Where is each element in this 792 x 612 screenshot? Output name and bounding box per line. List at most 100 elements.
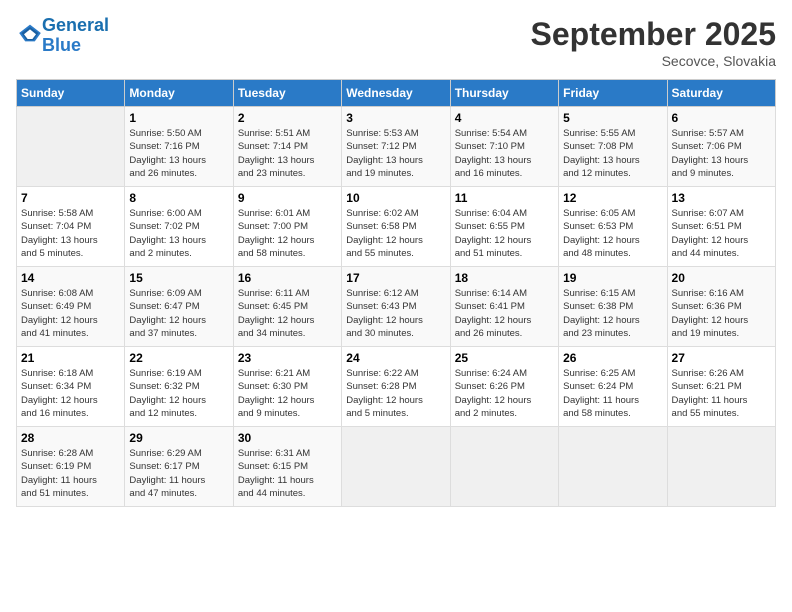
day-number: 18 <box>455 271 554 285</box>
day-info: Sunrise: 5:58 AMSunset: 7:04 PMDaylight:… <box>21 207 120 260</box>
calendar-cell: 8 Sunrise: 6:00 AMSunset: 7:02 PMDaylight… <box>125 187 233 267</box>
calendar-cell: 17 Sunrise: 6:12 AMSunset: 6:43 PMDayligh… <box>342 267 450 347</box>
weekday-header-sunday: Sunday <box>17 80 125 107</box>
day-number: 8 <box>129 191 228 205</box>
calendar-cell: 3Sunrise: 5:53 AMSunset: 7:12 PMDaylight… <box>342 107 450 187</box>
day-number: 28 <box>21 431 120 445</box>
day-number: 15 <box>129 271 228 285</box>
day-number: 19 <box>563 271 662 285</box>
calendar-cell: 11 Sunrise: 6:04 AMSunset: 6:55 PMDayligh… <box>450 187 558 267</box>
day-info: Sunrise: 6:05 AMSunset: 6:53 PMDaylight:… <box>563 207 662 260</box>
day-number: 17 <box>346 271 445 285</box>
calendar-cell: 24 Sunrise: 6:22 AMSunset: 6:28 PMDayligh… <box>342 347 450 427</box>
day-info: Sunrise: 5:57 AMSunset: 7:06 PMDaylight:… <box>672 127 771 180</box>
day-number: 20 <box>672 271 771 285</box>
calendar-cell: 23Sunrise: 6:21 AMSunset: 6:30 PMDayligh… <box>233 347 341 427</box>
calendar-cell: 10 Sunrise: 6:02 AMSunset: 6:58 PMDayligh… <box>342 187 450 267</box>
day-info: Sunrise: 6:19 AMSunset: 6:32 PMDaylight:… <box>129 367 228 420</box>
logo-line1: General <box>42 15 109 35</box>
calendar-cell: 4Sunrise: 5:54 AMSunset: 7:10 PMDaylight… <box>450 107 558 187</box>
calendar-cell: 5 Sunrise: 5:55 AMSunset: 7:08 PMDaylight… <box>559 107 667 187</box>
day-info: Sunrise: 6:12 AMSunset: 6:43 PMDaylight:… <box>346 287 445 340</box>
calendar-cell <box>17 107 125 187</box>
weekday-header-tuesday: Tuesday <box>233 80 341 107</box>
calendar-week-row: 21 Sunrise: 6:18 AMSunset: 6:34 PMDayligh… <box>17 347 776 427</box>
day-number: 29 <box>129 431 228 445</box>
day-number: 13 <box>672 191 771 205</box>
day-number: 6 <box>672 111 771 125</box>
logo-line2: Blue <box>42 35 81 55</box>
calendar-cell: 19Sunrise: 6:15 AMSunset: 6:38 PMDayligh… <box>559 267 667 347</box>
day-info: Sunrise: 6:16 AMSunset: 6:36 PMDaylight:… <box>672 287 771 340</box>
calendar-cell: 16Sunrise: 6:11 AMSunset: 6:45 PMDayligh… <box>233 267 341 347</box>
calendar-cell: 20 Sunrise: 6:16 AMSunset: 6:36 PMDayligh… <box>667 267 775 347</box>
calendar-cell: 18Sunrise: 6:14 AMSunset: 6:41 PMDayligh… <box>450 267 558 347</box>
day-info: Sunrise: 6:02 AMSunset: 6:58 PMDaylight:… <box>346 207 445 260</box>
day-number: 11 <box>455 191 554 205</box>
calendar-cell: 21 Sunrise: 6:18 AMSunset: 6:34 PMDayligh… <box>17 347 125 427</box>
day-number: 9 <box>238 191 337 205</box>
day-number: 4 <box>455 111 554 125</box>
weekday-header-row: SundayMondayTuesdayWednesdayThursdayFrid… <box>17 80 776 107</box>
day-number: 7 <box>21 191 120 205</box>
calendar-cell: 26 Sunrise: 6:25 AMSunset: 6:24 PMDayligh… <box>559 347 667 427</box>
day-number: 12 <box>563 191 662 205</box>
day-info: Sunrise: 6:01 AMSunset: 7:00 PMDaylight:… <box>238 207 337 260</box>
day-info: Sunrise: 6:22 AMSunset: 6:28 PMDaylight:… <box>346 367 445 420</box>
weekday-header-saturday: Saturday <box>667 80 775 107</box>
day-info: Sunrise: 6:04 AMSunset: 6:55 PMDaylight:… <box>455 207 554 260</box>
day-number: 2 <box>238 111 337 125</box>
day-number: 21 <box>21 351 120 365</box>
day-info: Sunrise: 6:08 AMSunset: 6:49 PMDaylight:… <box>21 287 120 340</box>
calendar-cell: 22 Sunrise: 6:19 AMSunset: 6:32 PMDayligh… <box>125 347 233 427</box>
calendar-cell: 1 Sunrise: 5:50 AMSunset: 7:16 PMDaylight… <box>125 107 233 187</box>
day-number: 14 <box>21 271 120 285</box>
calendar-cell <box>450 427 558 507</box>
calendar-cell: 12 Sunrise: 6:05 AMSunset: 6:53 PMDayligh… <box>559 187 667 267</box>
calendar-cell: 15Sunrise: 6:09 AMSunset: 6:47 PMDayligh… <box>125 267 233 347</box>
weekday-header-thursday: Thursday <box>450 80 558 107</box>
calendar-cell: 27 Sunrise: 6:26 AMSunset: 6:21 PMDayligh… <box>667 347 775 427</box>
day-info: Sunrise: 6:07 AMSunset: 6:51 PMDaylight:… <box>672 207 771 260</box>
calendar-week-row: 1 Sunrise: 5:50 AMSunset: 7:16 PMDaylight… <box>17 107 776 187</box>
day-number: 27 <box>672 351 771 365</box>
day-info: Sunrise: 6:29 AMSunset: 6:17 PMDaylight:… <box>129 447 228 500</box>
calendar-cell <box>342 427 450 507</box>
day-info: Sunrise: 6:28 AMSunset: 6:19 PMDaylight:… <box>21 447 120 500</box>
day-info: Sunrise: 6:25 AMSunset: 6:24 PMDaylight:… <box>563 367 662 420</box>
weekday-header-friday: Friday <box>559 80 667 107</box>
day-number: 25 <box>455 351 554 365</box>
day-number: 26 <box>563 351 662 365</box>
calendar-cell: 28 Sunrise: 6:28 AMSunset: 6:19 PMDayligh… <box>17 427 125 507</box>
day-info: Sunrise: 6:24 AMSunset: 6:26 PMDaylight:… <box>455 367 554 420</box>
weekday-header-wednesday: Wednesday <box>342 80 450 107</box>
calendar-cell: 7 Sunrise: 5:58 AMSunset: 7:04 PMDaylight… <box>17 187 125 267</box>
month-title: September 2025 <box>531 16 776 53</box>
day-info: Sunrise: 5:50 AMSunset: 7:16 PMDaylight:… <box>129 127 228 180</box>
calendar-week-row: 7 Sunrise: 5:58 AMSunset: 7:04 PMDaylight… <box>17 187 776 267</box>
day-info: Sunrise: 5:55 AMSunset: 7:08 PMDaylight:… <box>563 127 662 180</box>
title-block: September 2025 Secovce, Slovakia <box>531 16 776 69</box>
day-number: 24 <box>346 351 445 365</box>
logo-text: General Blue <box>42 16 109 56</box>
logo: General Blue <box>16 16 109 56</box>
calendar-cell: 9 Sunrise: 6:01 AMSunset: 7:00 PMDaylight… <box>233 187 341 267</box>
calendar-table: SundayMondayTuesdayWednesdayThursdayFrid… <box>16 79 776 507</box>
day-number: 1 <box>129 111 228 125</box>
calendar-cell: 30 Sunrise: 6:31 AMSunset: 6:15 PMDayligh… <box>233 427 341 507</box>
day-number: 10 <box>346 191 445 205</box>
day-number: 5 <box>563 111 662 125</box>
day-info: Sunrise: 6:26 AMSunset: 6:21 PMDaylight:… <box>672 367 771 420</box>
day-info: Sunrise: 6:31 AMSunset: 6:15 PMDaylight:… <box>238 447 337 500</box>
day-number: 22 <box>129 351 228 365</box>
day-info: Sunrise: 6:18 AMSunset: 6:34 PMDaylight:… <box>21 367 120 420</box>
day-info: Sunrise: 6:00 AMSunset: 7:02 PMDaylight:… <box>129 207 228 260</box>
location-subtitle: Secovce, Slovakia <box>531 53 776 69</box>
calendar-cell: 25 Sunrise: 6:24 AMSunset: 6:26 PMDayligh… <box>450 347 558 427</box>
page-header: General Blue September 2025 Secovce, Slo… <box>16 16 776 69</box>
calendar-week-row: 28 Sunrise: 6:28 AMSunset: 6:19 PMDayligh… <box>17 427 776 507</box>
day-info: Sunrise: 6:21 AMSunset: 6:30 PMDaylight:… <box>238 367 337 420</box>
calendar-cell: 14 Sunrise: 6:08 AMSunset: 6:49 PMDayligh… <box>17 267 125 347</box>
day-number: 30 <box>238 431 337 445</box>
calendar-cell: 6 Sunrise: 5:57 AMSunset: 7:06 PMDaylight… <box>667 107 775 187</box>
